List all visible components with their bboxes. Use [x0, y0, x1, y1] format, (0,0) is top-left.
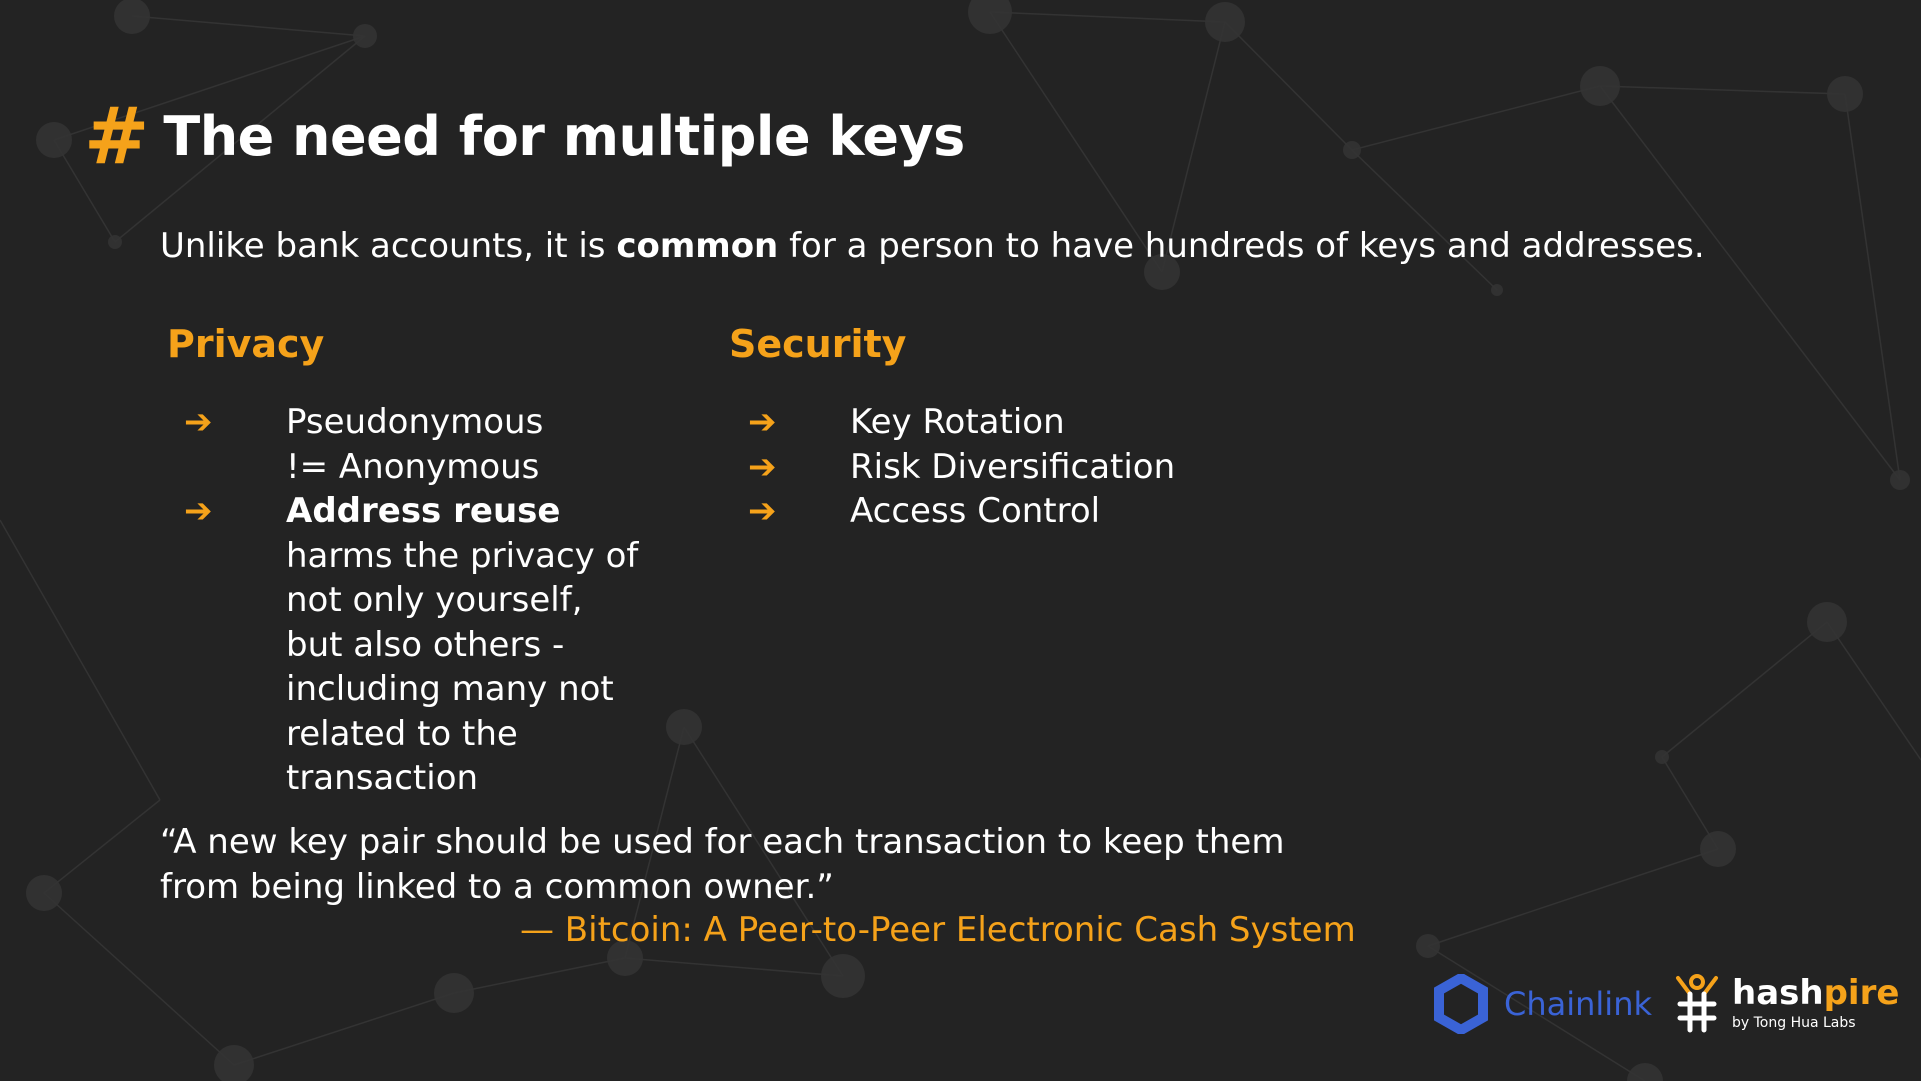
arrow-icon: ➔ — [748, 491, 777, 531]
quote-citation: — Bitcoin: A Peer-to-Peer Electronic Cas… — [520, 910, 1356, 950]
chainlink-logo-text: Chainlink — [1504, 985, 1652, 1023]
security-item-risk-diversification: ➔ Risk Diversification — [748, 445, 1348, 490]
hashpire-wordmark: hashpire — [1732, 976, 1899, 1010]
quote-text: “A new key pair should be used for each … — [160, 822, 1285, 907]
privacy-item-bold: Address reuse — [286, 491, 561, 531]
security-item-access-control: ➔ Access Control — [748, 489, 1348, 534]
security-item-text: Access Control — [850, 491, 1101, 531]
intro-text: Unlike bank accounts, it is common for a… — [160, 226, 1705, 266]
intro-text-bold: common — [616, 226, 779, 266]
intro-text-before: Unlike bank accounts, it is — [160, 226, 617, 266]
security-item-key-rotation: ➔ Key Rotation — [748, 400, 1348, 445]
security-heading: Security — [729, 322, 907, 366]
privacy-item-text: Pseudonymous != Anonymous — [286, 402, 544, 487]
arrow-icon: ➔ — [748, 402, 777, 442]
hashpire-logo: hashpire by Tong Hua Labs — [1672, 972, 1899, 1034]
hashpire-text: hashpire by Tong Hua Labs — [1732, 976, 1899, 1030]
slide-title: The need for multiple keys — [163, 105, 965, 168]
hashpire-subtitle: by Tong Hua Labs — [1732, 1015, 1856, 1031]
privacy-item-text: harms the privacy of not only yourself, … — [286, 535, 639, 799]
security-item-text: Risk Diversification — [850, 446, 1176, 487]
hash-icon: # — [84, 92, 150, 182]
hashpire-word-pire: pire — [1823, 973, 1900, 1013]
chainlink-logo: Chainlink — [1434, 974, 1652, 1034]
privacy-item-address-reuse: ➔ Address reuse harms the privacy of not… — [184, 489, 646, 801]
hashpire-word-hash: hash — [1732, 973, 1824, 1013]
security-item-text: Key Rotation — [850, 402, 1065, 442]
arrow-icon: ➔ — [184, 491, 213, 531]
title-row: # The need for multiple keys — [84, 98, 965, 176]
arrow-icon: ➔ — [184, 402, 213, 442]
arrow-icon: ➔ — [748, 446, 777, 487]
intro-text-after: for a person to have hundreds of keys an… — [778, 226, 1705, 266]
slide: # The need for multiple keys Unlike bank… — [0, 0, 1921, 1081]
security-list: ➔ Key Rotation ➔ Risk Diversification ➔ … — [748, 400, 1348, 534]
privacy-heading: Privacy — [167, 322, 325, 366]
privacy-item-pseudonymous: ➔ Pseudonymous != Anonymous — [184, 400, 586, 489]
chainlink-hexagon-icon — [1434, 974, 1488, 1034]
hashpire-icon — [1676, 974, 1718, 1033]
privacy-list: ➔ Pseudonymous != Anonymous ➔ Address re… — [184, 400, 744, 801]
